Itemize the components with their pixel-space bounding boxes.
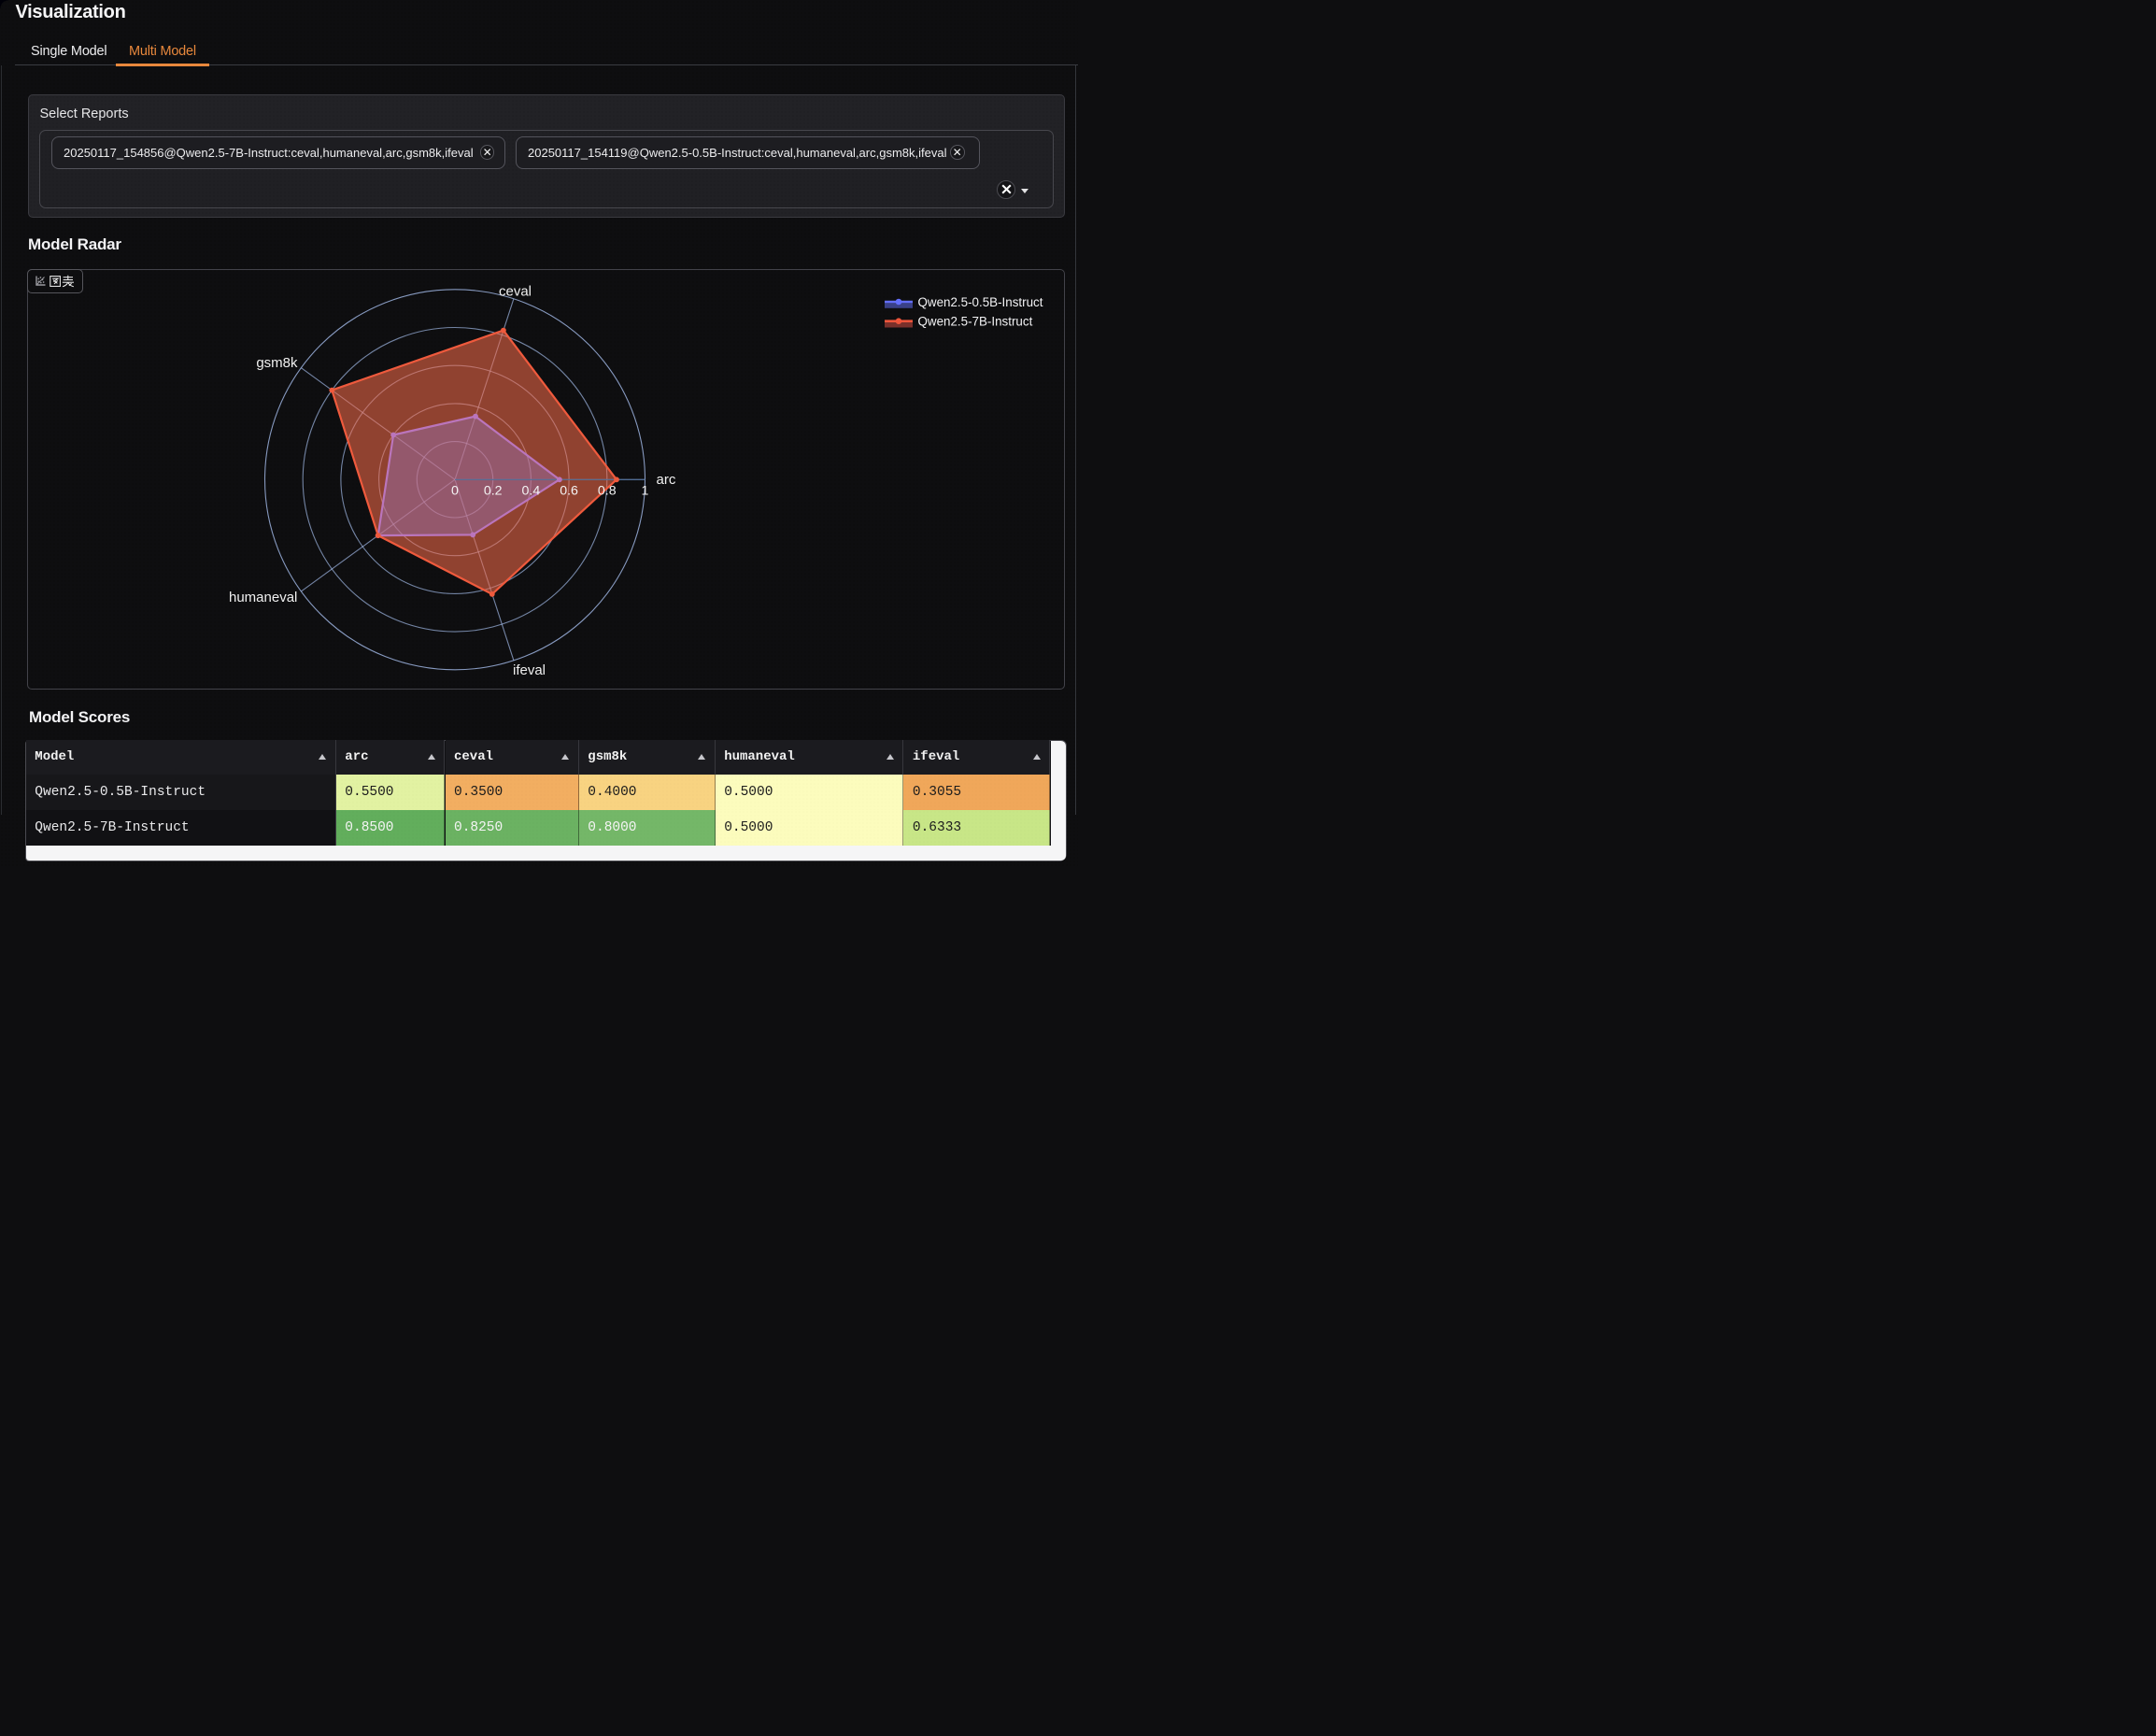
svg-text:Qwen2.5-7B-Instruct: Qwen2.5-7B-Instruct bbox=[918, 315, 1033, 329]
svg-text:Qwen2.5-0.5B-Instruct: Qwen2.5-0.5B-Instruct bbox=[918, 295, 1043, 309]
